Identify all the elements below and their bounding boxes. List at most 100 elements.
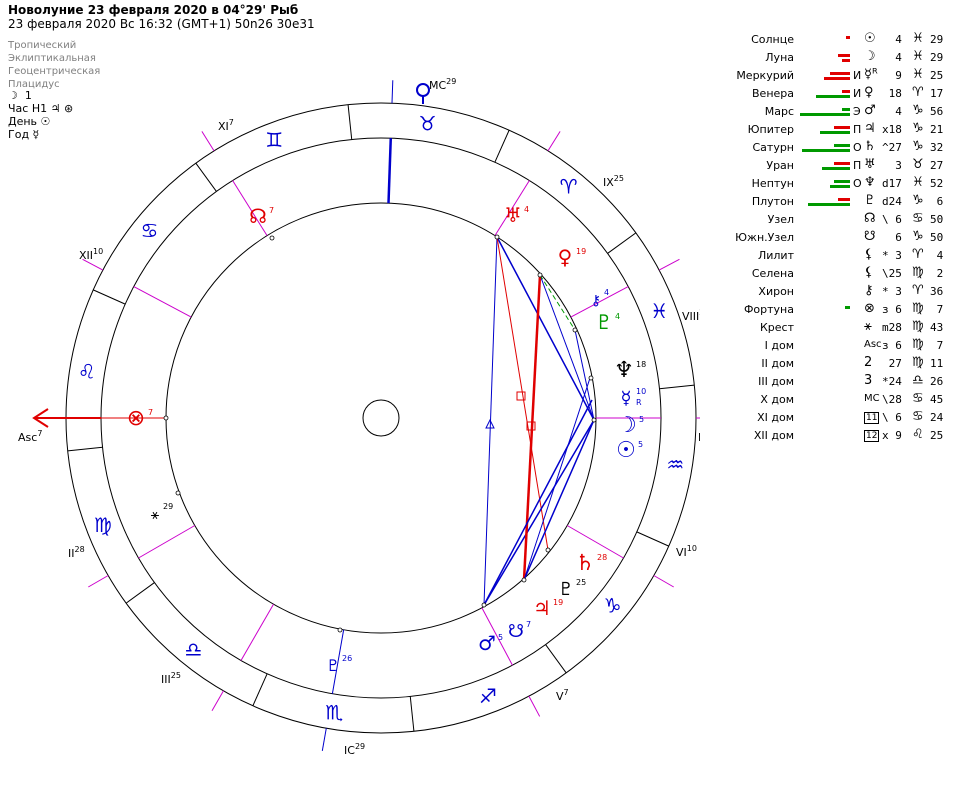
position-degree: ^27 xyxy=(882,141,902,154)
center-circle xyxy=(362,399,400,437)
position-minutes: 29 xyxy=(930,33,944,46)
position-minutes: 36 xyxy=(930,285,944,298)
zodiac-sign-icon: ♍ xyxy=(912,265,924,280)
position-minutes: 25 xyxy=(930,429,944,442)
position-minutes: 21 xyxy=(930,123,944,136)
planet-degree-12: 7 xyxy=(526,620,531,629)
planet-glyph-icon-1: ♅ xyxy=(504,203,522,227)
dignity-prefix: П xyxy=(853,123,862,136)
position-minutes: 25 xyxy=(930,69,944,82)
position-degree: з 6 xyxy=(882,339,902,352)
dignity-bars xyxy=(794,69,850,83)
zodiac-sign-icon: ♑ xyxy=(912,193,924,208)
planet-degree-15: 7 xyxy=(148,408,153,417)
planet-icon: ⚸ xyxy=(864,265,874,280)
dignity-bars xyxy=(794,177,850,191)
dignity-prefix: Э xyxy=(853,105,861,118)
planet-icon: 11 xyxy=(864,412,880,424)
dignity-bars xyxy=(794,33,850,47)
planet-degree-2: 19 xyxy=(576,247,586,256)
cusp-ix-outer xyxy=(547,131,561,152)
house-cusp-label-3: III25 xyxy=(161,671,181,686)
sign-boundary-5 xyxy=(545,644,567,674)
planet-icon: ⚸ xyxy=(864,247,874,262)
planet-icon: ♅ xyxy=(864,157,876,172)
position-degree: x 9 xyxy=(882,429,902,442)
sign-boundary-1 xyxy=(494,130,510,163)
position-minutes: 29 xyxy=(930,51,944,64)
table-row-name: Меркурий xyxy=(736,69,794,82)
table-row: Меркурий И ☿ᴿ 9 ♓ 25 xyxy=(700,67,956,85)
dignity-bars xyxy=(794,159,850,173)
dignity-bars xyxy=(794,339,850,353)
table-row-name: Хирон xyxy=(758,285,794,298)
sign-glyph-5: ♑ xyxy=(604,594,622,618)
mc-label: MC29 xyxy=(429,77,456,92)
dignity-bar xyxy=(822,167,850,170)
planet-icon: MC xyxy=(864,393,880,404)
dignity-bar xyxy=(800,113,850,116)
table-row: Уран П ♅ 3 ♉ 27 xyxy=(700,157,956,175)
position-degree: \28 xyxy=(882,393,902,406)
table-row-name: Крест xyxy=(759,321,794,334)
dignity-bar xyxy=(838,54,850,57)
planet-glyph-icon-9: ♄ xyxy=(575,551,595,576)
table-row-name: Марс xyxy=(764,105,794,118)
position-minutes: 52 xyxy=(930,177,944,190)
ring-dot-8 xyxy=(337,627,343,633)
dignity-bars xyxy=(794,87,850,101)
position-degree: 27 xyxy=(882,357,902,370)
position-minutes: 56 xyxy=(930,105,944,118)
dignity-prefix: И xyxy=(853,69,862,82)
zodiac-sign-icon: ♎ xyxy=(912,373,924,388)
position-minutes: 4 xyxy=(930,249,944,262)
position-minutes: 7 xyxy=(930,339,944,352)
dignity-bars xyxy=(794,123,850,137)
sign-boundary-8 xyxy=(125,582,155,604)
cusp-viii-outer xyxy=(658,258,680,271)
table-row-name: Плутон xyxy=(751,195,794,208)
planet-icon: ☊ xyxy=(864,211,876,226)
table-row: Венера И ♀ 18 ♈ 17 xyxy=(700,85,956,103)
table-row-name: Солнце xyxy=(751,33,794,46)
table-row-name: Нептун xyxy=(751,177,794,190)
cusp-ii-inner xyxy=(138,525,196,559)
ring-dot-3 xyxy=(588,375,594,381)
planet-degree-9: 28 xyxy=(597,553,607,562)
position-minutes: 27 xyxy=(930,159,944,172)
planet-glyph-icon-2: ♀ xyxy=(558,245,573,269)
position-degree: \ 6 xyxy=(882,411,902,424)
zodiac-sign-icon: ♍ xyxy=(912,355,924,370)
table-row-name: XII дом xyxy=(753,429,794,442)
mc-marker-icon xyxy=(416,83,430,97)
planet-glyph-icon-14: ♇ xyxy=(326,656,340,675)
planet-icon: 2 xyxy=(864,355,873,370)
sign-boundary-10 xyxy=(93,289,126,305)
ic-axis-outer xyxy=(321,728,327,751)
position-degree: 9 xyxy=(882,69,902,82)
position-degree: 4 xyxy=(882,33,902,46)
position-minutes: 45 xyxy=(930,393,944,406)
table-row: Крест ⚹ m28 ♍ 43 xyxy=(700,319,956,337)
planet-degree-1: 4 xyxy=(524,205,529,214)
position-degree: 4 xyxy=(882,105,902,118)
sign-boundary-7 xyxy=(252,673,268,706)
planet-degree-11: 19 xyxy=(553,598,563,607)
cusp-xii-inner xyxy=(133,286,192,318)
position-minutes: 11 xyxy=(930,357,944,370)
table-row: Сатурн О ♄ ^27 ♑ 32 xyxy=(700,139,956,157)
planet-glyph-icon-7: ☽ xyxy=(617,413,637,438)
house-cusp-label-2: II28 xyxy=(68,545,85,560)
position-degree: m28 xyxy=(882,321,902,334)
sign-glyph-9: ♍ xyxy=(94,513,112,537)
dignity-bars xyxy=(794,141,850,155)
ring-dot-9 xyxy=(175,490,181,496)
ring-dot-4 xyxy=(591,417,597,423)
dignity-bars xyxy=(794,51,850,65)
table-row: Марс Э ♂ 4 ♑ 56 xyxy=(700,103,956,121)
dignity-bars xyxy=(794,195,850,209)
table-row-name: Луна xyxy=(765,51,794,64)
table-row: XII дом 12 x 9 ♌ 25 xyxy=(700,427,956,445)
zodiac-sign-icon: ♋ xyxy=(912,409,924,424)
position-minutes: 24 xyxy=(930,411,944,424)
